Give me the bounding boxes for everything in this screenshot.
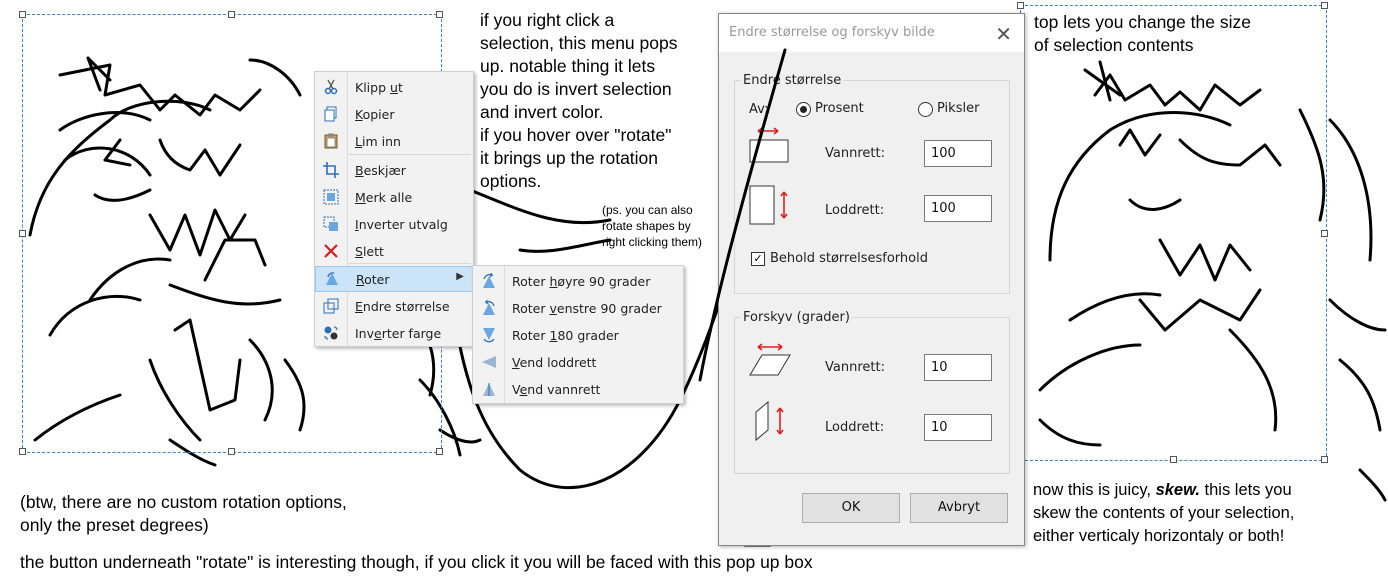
menu-item-label: Roter — [356, 271, 390, 287]
submenu-item-rotate-180[interactable]: Roter 180 grader — [473, 322, 683, 348]
menu-item-label: Merk alle — [355, 189, 413, 205]
menu-item-cut[interactable]: Klipp ut — [315, 74, 473, 100]
pixels-label: Piksler — [937, 101, 980, 116]
note-skew: now this is juicy, skew. this lets you s… — [1033, 481, 1295, 545]
menu-item-label: Klipp ut — [355, 79, 403, 95]
resize-vertical-icon — [748, 184, 792, 232]
copy-icon — [319, 104, 343, 124]
menu-separator — [349, 154, 471, 155]
skew-vertical-input[interactable]: 10 — [924, 414, 992, 441]
menu-item-paste[interactable]: Lim inn — [315, 128, 473, 154]
submenu-item-flip-vertical[interactable]: Vend loddrett — [473, 349, 683, 375]
ok-button[interactable]: OK — [802, 493, 900, 523]
menu-item-invert-color[interactable]: Inverter farge — [315, 320, 473, 346]
dialog-titlebar[interactable]: Endre størrelse og forskyv bilde ✕ — [719, 14, 1024, 52]
context-menu: Klipp ut Kopier Lim inn Beskjær Merk all… — [314, 71, 474, 347]
menu-item-crop[interactable]: Beskjær — [315, 157, 473, 183]
selection-handle[interactable] — [1170, 456, 1177, 463]
rotate-left-icon — [477, 298, 501, 318]
menu-item-copy[interactable]: Kopier — [315, 101, 473, 127]
percent-label: Prosent — [815, 101, 864, 116]
close-icon[interactable]: ✕ — [995, 22, 1012, 46]
menu-item-label: Beskjær — [355, 162, 406, 178]
invert-color-icon — [319, 323, 343, 343]
skew-group-title: Forskyv (grader) — [741, 310, 852, 325]
note-top: top lets you change the size of selectio… — [1034, 12, 1251, 55]
submenu-item-flip-horizontal[interactable]: Vend vannrett — [473, 376, 683, 402]
menu-item-label: Inverter utvalg — [355, 216, 448, 232]
menu-item-label: Kopier — [355, 106, 395, 122]
resize-group-title: Endre størrelse — [741, 73, 844, 88]
submenu-arrow-icon: ▶ — [456, 271, 464, 282]
menu-item-label: Roter høyre 90 grader — [512, 273, 651, 289]
scissors-icon — [319, 77, 343, 97]
crop-icon — [319, 160, 343, 180]
percent-radio[interactable] — [796, 102, 811, 117]
submenu-item-rotate-left[interactable]: Roter venstre 90 grader — [473, 295, 683, 321]
delete-icon — [319, 241, 343, 261]
selection-handle[interactable] — [1017, 2, 1024, 9]
menu-separator — [349, 263, 471, 264]
menu-item-select-all[interactable]: Merk alle — [315, 184, 473, 210]
selection-handle[interactable] — [19, 448, 26, 455]
note-bottom: the button underneath "rotate" is intere… — [20, 552, 813, 572]
resize-horizontal-label: Vannrett: — [825, 146, 885, 161]
resize-icon — [319, 296, 343, 316]
menu-item-label: Vend vannrett — [512, 381, 601, 397]
rotate-right-icon — [477, 271, 501, 291]
selection-handle[interactable] — [228, 11, 235, 18]
selection-handle[interactable] — [19, 230, 26, 237]
note-btw: (btw, there are no custom rotation optio… — [20, 492, 347, 535]
selection-handle[interactable] — [436, 11, 443, 18]
keep-ratio-label: Behold størrelsesforhold — [770, 251, 928, 266]
rotate-180-icon — [477, 325, 501, 345]
skew-horizontal-icon — [748, 341, 794, 385]
cancel-button[interactable]: Avbryt — [910, 493, 1008, 523]
select-all-icon — [319, 187, 343, 207]
menu-item-label: Roter 180 grader — [512, 327, 619, 343]
skew-horizontal-label: Vannrett: — [825, 360, 885, 375]
menu-item-resize[interactable]: Endre størrelse — [315, 293, 473, 319]
rotate-submenu: Roter høyre 90 grader Roter venstre 90 g… — [472, 265, 684, 404]
menu-item-label: Inverter farge — [355, 325, 442, 341]
menu-item-delete[interactable]: Slett — [315, 238, 473, 264]
dialog-title: Endre størrelse og forskyv bilde — [729, 25, 935, 40]
keep-ratio-checkbox[interactable]: ✓ — [751, 252, 765, 266]
flip-vertical-icon — [477, 352, 501, 372]
pixels-radio[interactable] — [918, 102, 933, 117]
selection-handle[interactable] — [1321, 230, 1328, 237]
menu-item-label: Lim inn — [355, 133, 401, 149]
menu-item-label: Slett — [355, 243, 384, 259]
resize-horizontal-icon — [748, 125, 792, 169]
submenu-item-rotate-right[interactable]: Roter høyre 90 grader — [473, 268, 683, 294]
selection-right — [1020, 5, 1327, 461]
selection-handle[interactable] — [228, 448, 235, 455]
rotate-icon — [320, 269, 344, 289]
selection-handle[interactable] — [19, 11, 26, 18]
menu-item-label: Endre størrelse — [355, 298, 450, 314]
menu-item-label: Vend loddrett — [512, 354, 597, 370]
by-label: Av: — [749, 102, 769, 117]
resize-horizontal-input[interactable]: 100 — [924, 140, 992, 167]
invert-selection-icon — [319, 214, 343, 234]
menu-item-invert-selection[interactable]: Inverter utvalg — [315, 211, 473, 237]
note-ps: (ps. you can also rotate shapes by right… — [602, 203, 703, 249]
selection-handle[interactable] — [1321, 456, 1328, 463]
menu-item-label: Roter venstre 90 grader — [512, 300, 662, 316]
paste-icon — [319, 131, 343, 151]
resize-skew-dialog: Endre størrelse og forskyv bilde ✕ Endre… — [718, 13, 1025, 546]
flip-horizontal-icon — [477, 379, 501, 399]
resize-vertical-label: Loddrett: — [825, 203, 885, 218]
selection-handle[interactable] — [436, 448, 443, 455]
selection-handle[interactable] — [1321, 2, 1328, 9]
resize-vertical-input[interactable]: 100 — [924, 195, 992, 222]
skew-vertical-label: Loddrett: — [825, 420, 885, 435]
skew-vertical-icon — [752, 398, 792, 448]
skew-horizontal-input[interactable]: 10 — [924, 354, 992, 381]
note-right-click: if you right click a selection, this men… — [480, 10, 678, 191]
menu-item-rotate[interactable]: Roter ▶ — [315, 266, 473, 292]
